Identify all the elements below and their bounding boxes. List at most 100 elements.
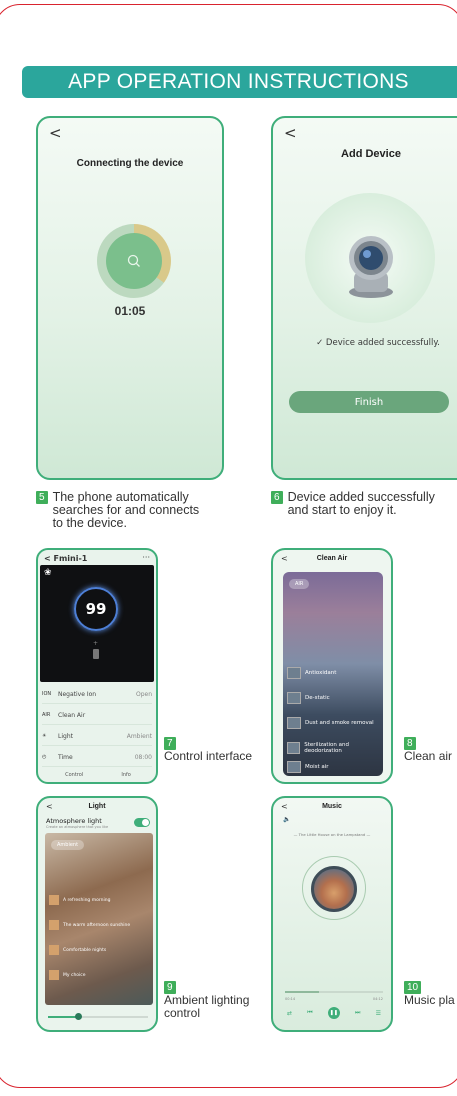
next-icon[interactable]: ⏭ bbox=[355, 1009, 360, 1017]
control-row[interactable]: ◴ Time 08:00 bbox=[42, 748, 152, 767]
light-icon: ☀ bbox=[42, 733, 47, 739]
device-icon bbox=[93, 649, 99, 659]
mode-item[interactable]: Moist air bbox=[287, 760, 329, 774]
screen-title: Connecting the device bbox=[76, 158, 184, 169]
control-row[interactable]: ION Negative Ion Open bbox=[42, 685, 152, 704]
mode-item[interactable]: Antioxidant bbox=[287, 666, 336, 680]
light-mode-item[interactable]: A refreshing morning bbox=[49, 893, 110, 907]
connecting-screen: < Connecting the device 01:05 bbox=[36, 116, 224, 480]
air-quality-panel: ❀ 99 + bbox=[40, 565, 154, 682]
step-text: Device added successfully and start to e… bbox=[287, 490, 435, 517]
mode-label: Sterilization and deodorization bbox=[304, 742, 349, 754]
step-text: Ambient lighting control bbox=[164, 993, 250, 1020]
brightness-slider[interactable] bbox=[48, 1013, 148, 1020]
mode-thumbnail bbox=[287, 761, 301, 773]
add-device-screen: < Add Device ✓ Device added successfully… bbox=[271, 116, 457, 480]
music-screen: < Music 🔈 — The Little House on the Lamp… bbox=[271, 796, 393, 1032]
mode-label: The warm afternoon sunshine bbox=[63, 922, 131, 928]
screen-title: Light bbox=[88, 803, 106, 810]
light-mode-item[interactable]: The warm afternoon sunshine bbox=[49, 918, 130, 932]
step-7-caption: 7 Control interface bbox=[164, 736, 252, 763]
row-value: Open bbox=[135, 690, 152, 698]
progress-fill bbox=[285, 991, 320, 993]
playback-controls: ⇄ ⏮ ❚❚ ⏭ ☰ bbox=[287, 1007, 381, 1019]
device-title: Fmini-1 bbox=[53, 554, 88, 563]
air-badge: AIR bbox=[289, 579, 310, 589]
mode-label: My choice bbox=[63, 972, 86, 978]
playlist-icon[interactable]: ☰ bbox=[376, 1010, 381, 1017]
mode-label: Moist air bbox=[305, 764, 329, 770]
step-9-caption: 9 Ambient lighting control bbox=[164, 980, 249, 1020]
air-icon: AIR bbox=[42, 712, 51, 718]
album-art bbox=[311, 866, 357, 912]
air-quality-gauge: 99 bbox=[74, 587, 118, 631]
page-title: APP OPERATION INSTRUCTIONS bbox=[22, 66, 457, 98]
pause-icon[interactable]: ❚❚ bbox=[327, 1007, 340, 1019]
control-row[interactable]: AIR Clean Air bbox=[42, 706, 152, 725]
mode-thumbnail bbox=[49, 895, 59, 905]
row-value: Ambient bbox=[126, 732, 152, 740]
row-value: 08:00 bbox=[134, 753, 152, 761]
screen-title: Add Device bbox=[341, 148, 401, 160]
ambient-scene: Ambient A refreshing morning The warm af… bbox=[45, 833, 153, 1005]
step-text: Clean air bbox=[404, 749, 453, 763]
search-progress-ring bbox=[97, 224, 171, 298]
screen-title: Clean Air bbox=[316, 555, 348, 562]
atmosphere-toggle[interactable] bbox=[134, 818, 150, 827]
mode-label: De-static bbox=[305, 695, 330, 701]
atmosphere-label: Atmosphere light bbox=[46, 817, 102, 825]
mode-thumbnail bbox=[287, 717, 301, 729]
mode-label: Antioxidant bbox=[305, 670, 337, 676]
mode-thumbnail bbox=[287, 692, 301, 704]
atmosphere-subtitle: Create an atmosphere that you like bbox=[46, 825, 109, 829]
tab-bar: Control Info bbox=[46, 772, 150, 778]
slider-handle[interactable] bbox=[75, 1013, 82, 1020]
clean-air-screen: < Clean Air AIR Antioxidant De-static Du… bbox=[271, 548, 393, 784]
mode-thumbnail bbox=[287, 742, 301, 754]
screen-title: Music bbox=[322, 803, 342, 810]
light-mode-item[interactable]: Comfortable nights bbox=[49, 943, 106, 957]
ion-icon: ION bbox=[42, 691, 52, 697]
song-title: — The Little House on the Lampstand — bbox=[293, 832, 371, 837]
finish-button[interactable]: Finish bbox=[289, 391, 449, 413]
control-row[interactable]: ☀ Light Ambient bbox=[42, 727, 152, 746]
mode-thumbnail bbox=[49, 920, 59, 930]
device-name: < Fmini-1 bbox=[44, 554, 87, 563]
step-5-caption: 5 The phone automatically searches for a… bbox=[36, 491, 199, 530]
mode-item[interactable]: Dust and smoke removal bbox=[287, 716, 374, 730]
purifier-device-icon bbox=[349, 236, 393, 298]
light-mode-item[interactable]: My choice bbox=[49, 968, 86, 982]
step-6-caption: 6 Device added successfully and start to… bbox=[271, 491, 435, 517]
total-time: 04:12 bbox=[372, 997, 383, 1001]
more-icon[interactable]: ··· bbox=[142, 553, 150, 562]
step-10-caption: 10 Music pla bbox=[404, 980, 455, 1007]
playback-progress[interactable] bbox=[285, 991, 383, 993]
step-number: 5 bbox=[36, 491, 48, 504]
shuffle-icon[interactable]: ⇄ bbox=[287, 1010, 292, 1017]
mode-thumbnail bbox=[49, 970, 59, 980]
slider-fill bbox=[48, 1016, 78, 1018]
mode-item[interactable]: Sterilization and deodorization bbox=[287, 741, 383, 755]
tab-control[interactable]: Control bbox=[65, 772, 83, 778]
mode-item[interactable]: De-static bbox=[287, 691, 330, 705]
previous-icon[interactable]: ⏮ bbox=[307, 1009, 312, 1017]
tab-info[interactable]: Info bbox=[121, 772, 130, 778]
volume-icon[interactable]: 🔈 bbox=[283, 816, 290, 823]
mode-thumbnail bbox=[287, 667, 301, 679]
step-text: Control interface bbox=[164, 749, 253, 763]
plus-icon[interactable]: + bbox=[93, 640, 98, 647]
mode-label: Dust and smoke removal bbox=[305, 720, 374, 726]
countdown-timer: 01:05 bbox=[114, 304, 146, 318]
air-quality-value: 99 bbox=[85, 600, 107, 618]
light-screen: < Light Atmosphere light Create an atmos… bbox=[36, 796, 158, 1032]
mountain-scene: AIR Antioxidant De-static Dust and smoke… bbox=[283, 572, 383, 776]
step-8-caption: 8 Clean air bbox=[404, 736, 452, 763]
playback-times: 00:14 04:12 bbox=[285, 997, 383, 1001]
back-button[interactable]: < bbox=[284, 124, 297, 142]
row-label: Light bbox=[58, 732, 73, 740]
back-button[interactable]: < bbox=[44, 554, 51, 563]
search-icon bbox=[106, 233, 162, 289]
back-button[interactable]: < bbox=[49, 124, 62, 142]
row-label: Negative Ion bbox=[58, 690, 97, 698]
elapsed-time: 00:14 bbox=[285, 997, 296, 1001]
